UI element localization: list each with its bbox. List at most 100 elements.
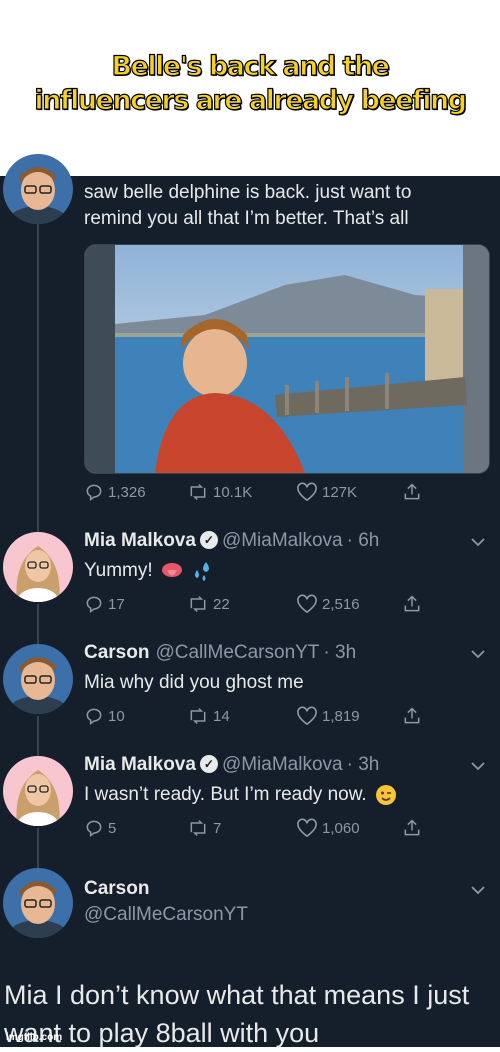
final-tweet-handle-row: @CallMeCarsonYT [84, 904, 248, 926]
caption-line-1: Belle's back and the [111, 50, 391, 82]
share-icon [404, 819, 420, 836]
watermark: imgflip.com [6, 1032, 63, 1043]
reply-button[interactable]: 10 [84, 706, 125, 726]
like-button[interactable]: 1,060 [296, 818, 360, 838]
reply-button[interactable]: 5 [84, 818, 116, 838]
verified-badge-icon: ✓ [199, 755, 218, 773]
reply-icon [86, 820, 102, 837]
reply2-header: Carson @CallMeCarsonYT · 3h [84, 642, 356, 664]
reply1-header: Mia Malkova ✓ @MiaMalkova · 6h [84, 530, 379, 552]
chevron-down-icon[interactable] [470, 884, 486, 896]
reply2-text: Mia why did you ghost me [84, 672, 304, 693]
reply1-actions: 17 22 2,516 [84, 594, 444, 620]
final-tweet-line-1: Mia I don’t know what that means I just [4, 980, 470, 1010]
final-tweet-line-2: want to play 8ball with you [4, 1018, 320, 1048]
caption-text: Belle's back and the influencers are alr… [0, 50, 500, 118]
retweet-icon [190, 595, 206, 613]
share-button[interactable] [402, 706, 422, 726]
share-button[interactable] [402, 482, 422, 502]
share-button[interactable] [402, 594, 422, 614]
retweet-count: 14 [213, 707, 230, 725]
avatar-carson[interactable] [3, 644, 73, 714]
reply-count: 1,326 [108, 483, 146, 501]
like-button[interactable]: 2,516 [296, 594, 360, 614]
share-icon [404, 707, 420, 724]
reply1-text-row: Yummy! [84, 560, 213, 582]
heart-icon [297, 482, 317, 502]
retweet-count: 10.1K [213, 483, 253, 501]
final-handle[interactable]: @CallMeCarsonYT [84, 904, 248, 925]
avatar-mia[interactable] [3, 756, 73, 826]
like-button[interactable]: 1,819 [296, 706, 360, 726]
thread-line [37, 224, 39, 532]
final-tweet-name: Carson [84, 878, 149, 900]
retweet-button[interactable]: 7 [187, 818, 221, 838]
reply3-text: I wasn’t ready. But I’m ready now. [84, 784, 367, 805]
like-button[interactable]: 127K [296, 482, 357, 502]
meme-caption: Belle's back and the influencers are alr… [0, 0, 500, 176]
like-count: 1,060 [322, 819, 360, 837]
reply3-text-row: I wasn’t ready. But I’m ready now. [84, 784, 397, 806]
reply2-name[interactable]: Carson [84, 642, 149, 663]
main-tweet-text: saw belle delphine is back. just want to… [84, 180, 411, 232]
tongue-emoji-icon [161, 563, 182, 577]
final-tweet-text: Mia I don’t know what that means I just … [4, 976, 500, 1052]
reply1-name[interactable]: Mia Malkova [84, 530, 196, 551]
wink-emoji-icon [375, 785, 396, 805]
chevron-down-icon[interactable] [470, 536, 486, 548]
reply1-text: Yummy! [84, 560, 153, 581]
reply2-actions: 10 14 1,819 [84, 706, 444, 732]
chevron-down-icon[interactable] [470, 648, 486, 660]
avatar-carson[interactable] [3, 868, 73, 938]
sweat-droplets-icon [194, 562, 209, 581]
thread-line [37, 716, 39, 756]
reply-button[interactable]: 1,326 [84, 482, 146, 502]
reply-button[interactable]: 17 [84, 594, 125, 614]
caption-line-2: influencers are already beefing [34, 84, 468, 116]
retweet-icon [190, 483, 206, 501]
avatar-mia[interactable] [3, 532, 73, 602]
share-icon [404, 595, 420, 612]
retweet-button[interactable]: 10.1K [187, 482, 252, 502]
reply1-time: · 6h [346, 530, 380, 551]
retweet-icon [190, 707, 206, 725]
retweet-button[interactable]: 14 [187, 706, 230, 726]
retweet-icon [190, 819, 206, 837]
retweet-count: 22 [213, 595, 230, 613]
thread-line [37, 828, 39, 868]
reply3-handle[interactable]: @MiaMalkova [222, 754, 343, 775]
reply-icon [86, 596, 102, 613]
final-name[interactable]: Carson [84, 878, 149, 899]
reply-count: 10 [108, 707, 125, 725]
heart-icon [297, 594, 317, 614]
avatar-carson[interactable] [3, 154, 73, 224]
retweet-count: 7 [213, 819, 222, 837]
reply-icon [86, 708, 102, 725]
reply-count: 5 [108, 819, 117, 837]
reply3-actions: 5 7 1,060 [84, 818, 444, 844]
like-count: 1,819 [322, 707, 360, 725]
share-button[interactable] [402, 818, 422, 838]
reply3-name[interactable]: Mia Malkova [84, 754, 196, 775]
reply3-header: Mia Malkova ✓ @MiaMalkova · 3h [84, 754, 379, 776]
reply1-handle[interactable]: @MiaMalkova [222, 530, 343, 551]
chevron-down-icon[interactable] [470, 760, 486, 772]
thread-line [37, 604, 39, 644]
retweet-button[interactable]: 22 [187, 594, 230, 614]
verified-badge-icon: ✓ [199, 531, 218, 549]
tweet-thread: saw belle delphine is back. just want to… [0, 154, 500, 1048]
reply-icon [86, 484, 102, 501]
main-tweet-line-2: remind you all that I’m better. That’s a… [84, 208, 409, 229]
tweet-photo[interactable] [84, 244, 490, 474]
reply2-time: · 3h [323, 642, 357, 663]
like-count: 2,516 [322, 595, 360, 613]
heart-icon [297, 706, 317, 726]
main-tweet-actions: 1,326 10.1K 127K [84, 482, 444, 508]
reply3-time: · 3h [346, 754, 380, 775]
like-count: 127K [322, 483, 358, 501]
reply-count: 17 [108, 595, 125, 613]
main-tweet-line-1: saw belle delphine is back. just want to [84, 182, 412, 203]
heart-icon [297, 818, 317, 838]
reply2-handle[interactable]: @CallMeCarsonYT [155, 642, 319, 663]
share-icon [404, 483, 420, 500]
